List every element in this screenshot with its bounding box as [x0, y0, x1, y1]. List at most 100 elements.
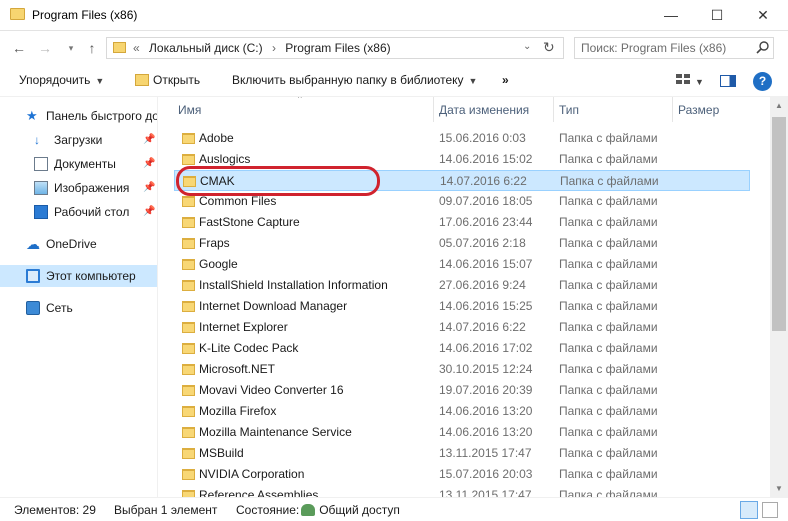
sidebar-item-label: Загрузки: [54, 133, 103, 147]
breadcrumb-item-program-files[interactable]: Program Files (x86): [285, 41, 390, 55]
scroll-up-button[interactable]: ▲: [770, 97, 788, 114]
table-row[interactable]: Adobe 15.06.2016 0:03 Папка с файлами: [174, 128, 750, 149]
file-name[interactable]: Google: [199, 257, 238, 271]
table-row[interactable]: Movavi Video Converter 16 19.07.2016 20:3…: [174, 380, 750, 401]
breadcrumb: « Локальный диск (C:) › Program Files (x…: [133, 41, 397, 55]
details-view-button[interactable]: [740, 501, 758, 519]
file-date: 27.06.2016 9:24: [439, 278, 526, 292]
pin-icon[interactable]: 📌: [143, 182, 155, 193]
table-row[interactable]: FastStone Capture 17.06.2016 23:44 Папка с…: [174, 212, 750, 233]
sidebar-item-label: Документы: [54, 157, 116, 171]
table-row[interactable]: Microsoft.NET 30.10.2015 12:24 Папка с фай…: [174, 359, 750, 380]
more-commands-button[interactable]: »: [502, 73, 509, 87]
file-name[interactable]: Mozilla Firefox: [199, 404, 276, 418]
table-row[interactable]: NVIDIA Corporation 15.07.2016 20:03 Папка …: [174, 464, 750, 485]
column-divider[interactable]: [553, 97, 554, 122]
file-name[interactable]: Microsoft.NET: [199, 362, 275, 376]
refresh-icon[interactable]: ↻: [543, 39, 555, 56]
sidebar-item-network[interactable]: Сеть: [0, 297, 157, 319]
preview-pane-icon[interactable]: [720, 75, 736, 87]
file-type: Папка с файлами: [559, 425, 658, 439]
minimize-button[interactable]: —: [648, 0, 694, 31]
back-button[interactable]: ←: [9, 38, 29, 58]
organize-button[interactable]: Упорядочить ▼: [19, 73, 104, 87]
breadcrumb-separator[interactable]: ›: [272, 41, 276, 55]
file-date: 30.10.2015 12:24: [439, 362, 533, 376]
table-row[interactable]: MSBuild 13.11.2015 17:47 Папка с файлами: [174, 443, 750, 464]
column-header-name[interactable]: Имя: [178, 103, 201, 117]
table-row[interactable]: Google 14.06.2016 15:07 Папка с файлами: [174, 254, 750, 275]
address-dropdown-icon[interactable]: ⌄: [523, 41, 531, 52]
table-row[interactable]: Mozilla Maintenance Service 14.06.2016 13…: [174, 422, 750, 443]
file-name[interactable]: Internet Download Manager: [199, 299, 347, 313]
cloud-icon: ☁: [26, 236, 40, 252]
table-row[interactable]: Reference Assemblies 13.11.2015 17:47 Папк…: [174, 485, 750, 497]
address-field[interactable]: « Локальный диск (C:) › Program Files (x…: [106, 37, 564, 59]
up-button[interactable]: ↑: [82, 38, 102, 58]
file-date: 15.06.2016 0:03: [439, 131, 526, 145]
maximize-button[interactable]: ☐: [694, 0, 740, 31]
column-divider[interactable]: [672, 97, 673, 122]
search-input[interactable]: [581, 40, 749, 56]
large-icons-view-button[interactable]: [762, 502, 778, 518]
column-header-size[interactable]: Размер: [678, 103, 719, 117]
file-type: Папка с файлами: [559, 131, 658, 145]
pin-icon[interactable]: 📌: [143, 158, 155, 169]
view-options-button[interactable]: ▼: [676, 73, 704, 88]
file-name[interactable]: Adobe: [199, 131, 234, 145]
search-icon[interactable]: [755, 40, 771, 56]
file-name[interactable]: Fraps: [199, 236, 230, 250]
breadcrumb-item-local-disk[interactable]: Локальный диск (C:): [149, 41, 263, 55]
sidebar-item-downloads[interactable]: ↓ Загрузки 📌: [0, 129, 157, 151]
pin-icon[interactable]: 📌: [143, 206, 155, 217]
include-in-library-button[interactable]: Включить выбранную папку в библиотеку ▼: [232, 73, 477, 87]
item-count: Элементов: 29: [14, 503, 96, 517]
file-name[interactable]: Mozilla Maintenance Service: [199, 425, 352, 439]
table-row[interactable]: Fraps 05.07.2016 2:18 Папка с файлами: [174, 233, 750, 254]
file-name[interactable]: Movavi Video Converter 16: [199, 383, 344, 397]
table-row[interactable]: Internet Explorer 14.07.2016 6:22 Папка с …: [174, 317, 750, 338]
file-date: 05.07.2016 2:18: [439, 236, 526, 250]
table-row[interactable]: K-Lite Codec Pack 14.06.2016 17:02 Папка с…: [174, 338, 750, 359]
recent-locations-button[interactable]: ▾: [61, 38, 81, 58]
sidebar-item-label: OneDrive: [46, 237, 97, 251]
file-list: ^ Имя Дата изменения Тип Размер Adobe 15.…: [158, 97, 770, 497]
vertical-scrollbar[interactable]: ▲ ▼: [770, 97, 788, 497]
file-name[interactable]: Auslogics: [199, 152, 250, 166]
file-name[interactable]: K-Lite Codec Pack: [199, 341, 298, 355]
sidebar-item-desktop[interactable]: Рабочий стол 📌: [0, 201, 157, 223]
scrollbar-thumb[interactable]: [772, 117, 786, 331]
file-name[interactable]: FastStone Capture: [199, 215, 300, 229]
search-box[interactable]: [574, 37, 774, 59]
sidebar-item-pictures[interactable]: Изображения 📌: [0, 177, 157, 199]
column-header-date[interactable]: Дата изменения: [439, 103, 529, 117]
file-type: Папка с файлами: [559, 257, 658, 271]
column-divider[interactable]: [433, 97, 434, 122]
file-name[interactable]: Internet Explorer: [199, 320, 288, 334]
folder-icon: [10, 8, 25, 20]
column-header-type[interactable]: Тип: [559, 103, 579, 117]
state-label: Состояние:: [236, 503, 300, 517]
sidebar-item-this-pc[interactable]: Этот компьютер: [0, 265, 157, 287]
network-icon: [26, 301, 40, 315]
file-type: Папка с файлами: [559, 236, 658, 250]
file-name[interactable]: NVIDIA Corporation: [199, 467, 304, 481]
sidebar-item-documents[interactable]: Документы 📌: [0, 153, 157, 175]
table-row[interactable]: Internet Download Manager 14.06.2016 15:2…: [174, 296, 750, 317]
sidebar-item-onedrive[interactable]: ☁ OneDrive: [0, 233, 157, 255]
close-button[interactable]: ✕: [740, 0, 786, 31]
breadcrumb-overflow[interactable]: «: [133, 41, 140, 55]
scroll-down-button[interactable]: ▼: [770, 480, 788, 497]
folder-icon: [182, 259, 195, 270]
help-icon[interactable]: ?: [753, 72, 772, 91]
forward-button[interactable]: →: [35, 38, 55, 58]
table-row[interactable]: InstallShield Installation Information 27…: [174, 275, 750, 296]
sidebar-item-quick-access[interactable]: ★ Панель быстрого доступа: [0, 105, 157, 127]
table-row[interactable]: Mozilla Firefox 14.06.2016 13:20 Папка с ф…: [174, 401, 750, 422]
open-button[interactable]: Открыть: [135, 73, 200, 87]
file-name[interactable]: InstallShield Installation Information: [199, 278, 388, 292]
file-name[interactable]: MSBuild: [199, 446, 244, 460]
file-name[interactable]: Reference Assemblies: [199, 488, 318, 497]
file-name[interactable]: Common Files: [199, 194, 276, 208]
pin-icon[interactable]: 📌: [143, 134, 155, 145]
